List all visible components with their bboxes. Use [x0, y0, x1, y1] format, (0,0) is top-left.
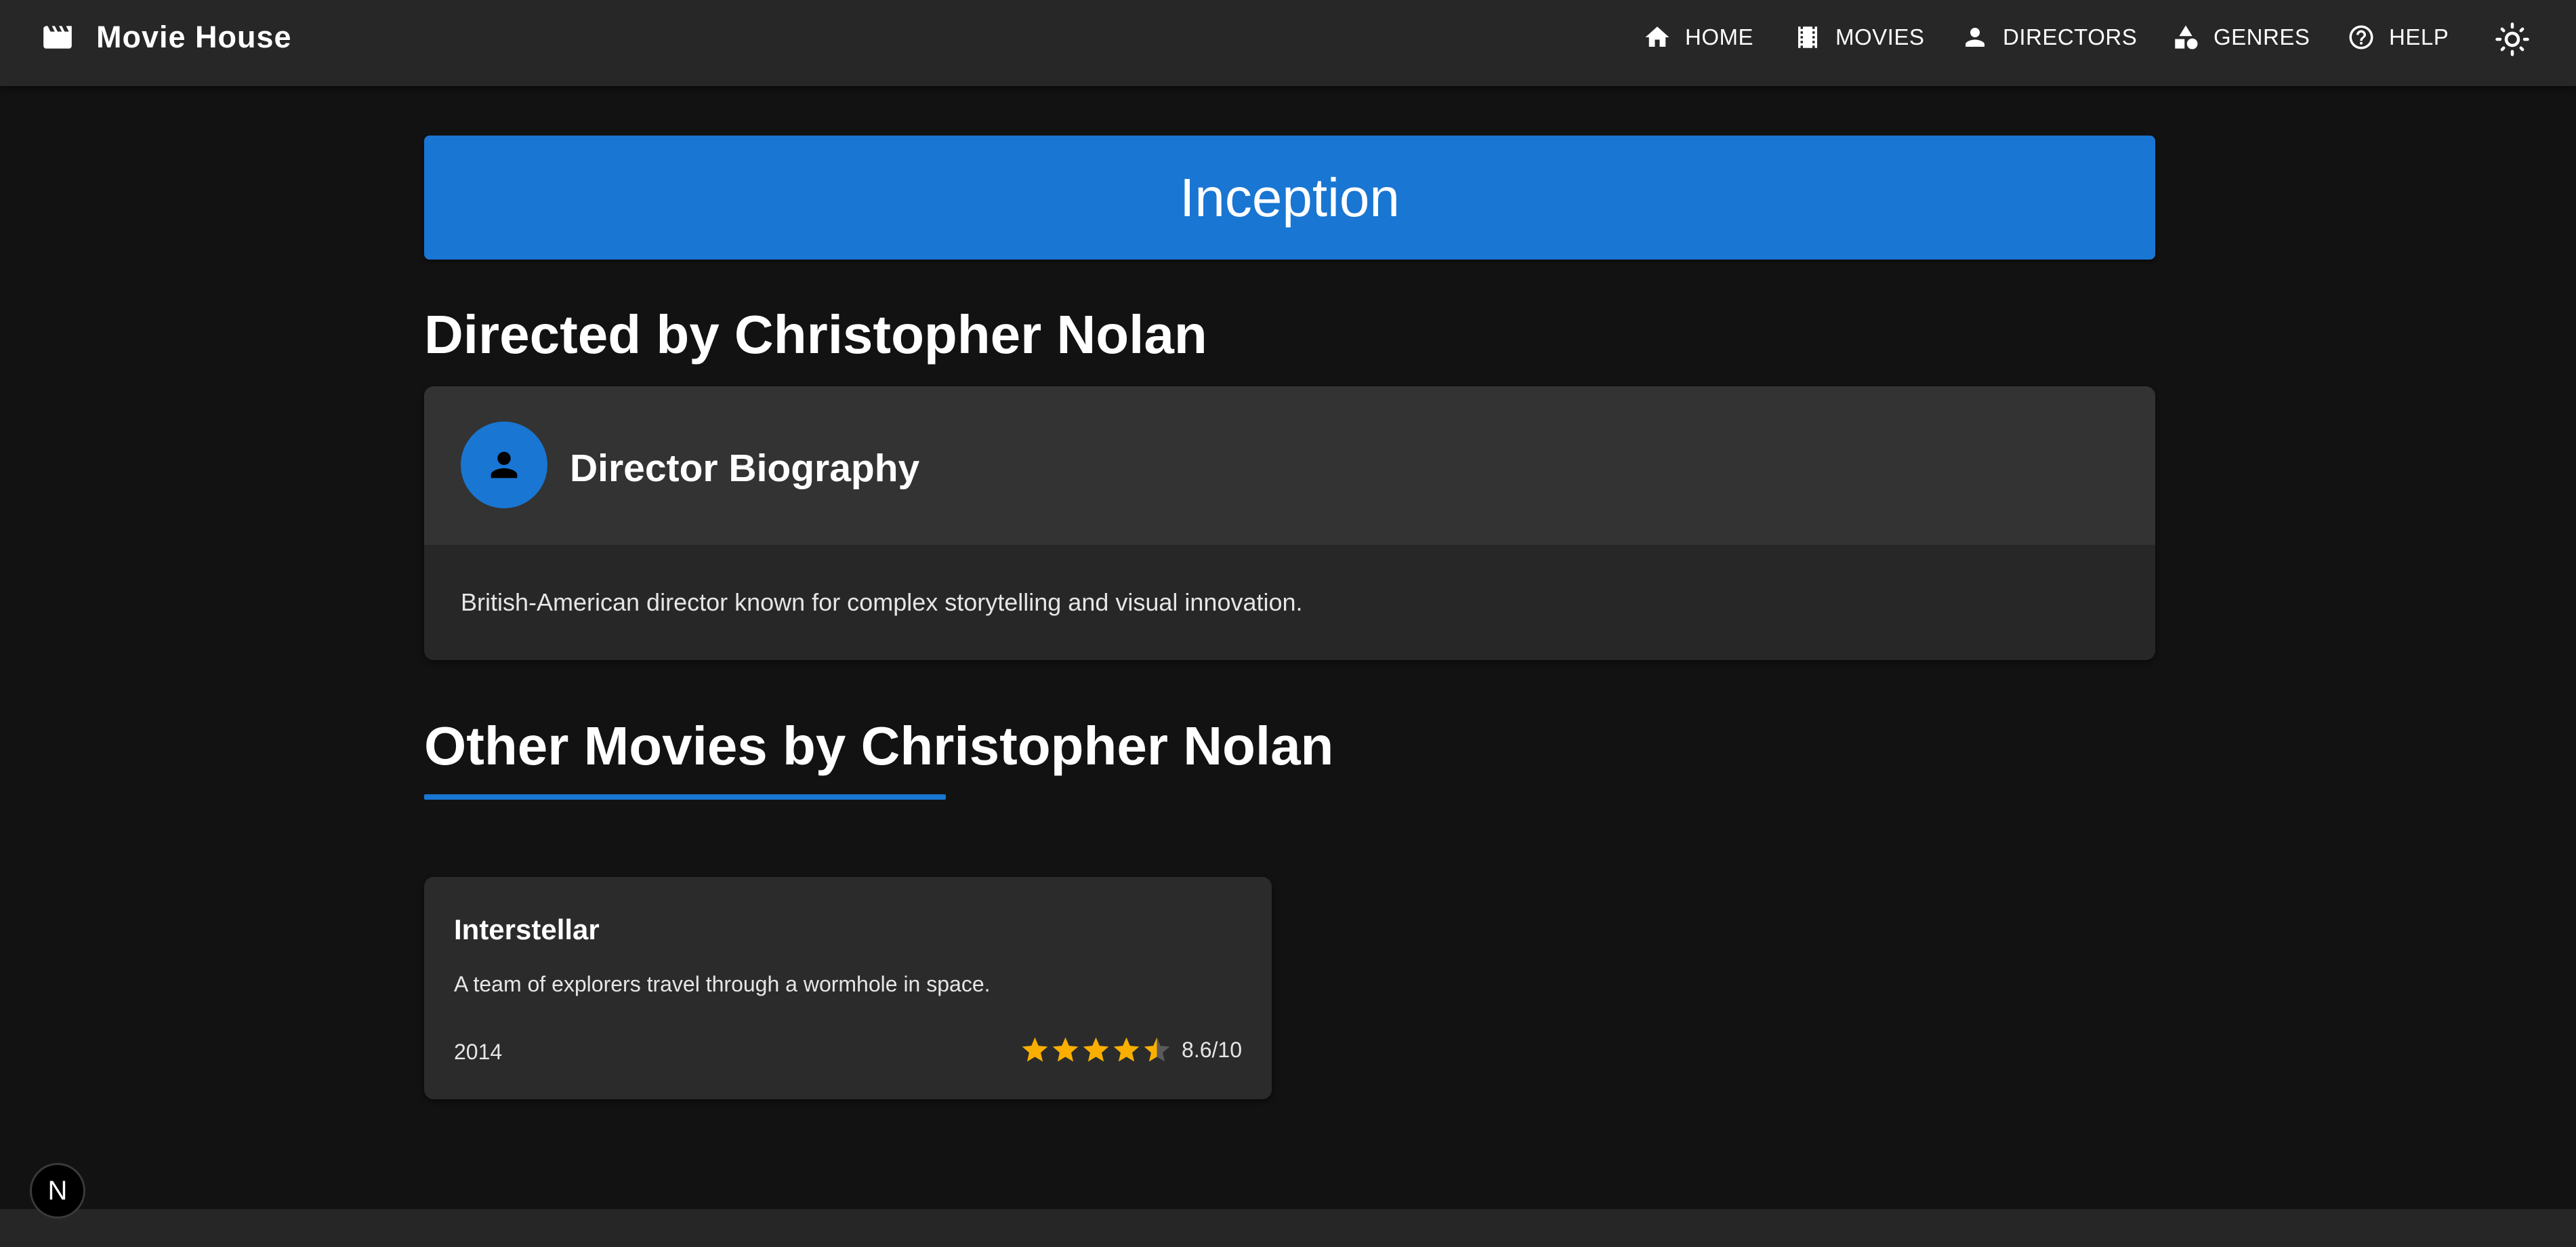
- home-icon: [1643, 23, 1671, 52]
- dev-tools-badge[interactable]: N: [30, 1163, 85, 1219]
- sun-icon: [2494, 21, 2531, 58]
- star-icon: [1113, 1037, 1140, 1061]
- star-icon: [1083, 1037, 1109, 1061]
- nav-help-label: HELP: [2389, 24, 2449, 49]
- nav-movies-label: MOVIES: [1835, 24, 1925, 49]
- star-rating: [1020, 1035, 1172, 1065]
- nav-movies[interactable]: MOVIES: [1793, 20, 1924, 54]
- bio-text: British-American director known for comp…: [461, 588, 1303, 616]
- star-icon: [1144, 1037, 1170, 1061]
- category-shapes-icon: [2172, 23, 2200, 52]
- movie-card-title: Interstellar: [454, 914, 600, 945]
- movie-clapperboard-icon: [39, 20, 76, 54]
- nav-home[interactable]: HOME: [1643, 20, 1753, 54]
- theme-toggle-button[interactable]: [2493, 20, 2531, 58]
- rating-text: 8.6/10: [1182, 1037, 1242, 1062]
- star-icon: [1022, 1037, 1048, 1061]
- movie-card[interactable]: Interstellar A team of explorers travel …: [424, 877, 1272, 1099]
- app-bar: Movie House HOME MOVIES DIRECTORS GENRES: [0, 0, 2576, 86]
- nav-directors[interactable]: DIRECTORS: [1961, 20, 2137, 54]
- director-bio-card: Director Biography British-American dire…: [424, 386, 2155, 660]
- bio-card-header: Director Biography: [424, 386, 2155, 545]
- dev-badge-label: N: [47, 1175, 68, 1206]
- bio-title: Director Biography: [570, 447, 920, 490]
- footer: [0, 1209, 2576, 1247]
- nav-genres-label: GENRES: [2214, 24, 2310, 49]
- app-title: Movie House: [96, 20, 292, 54]
- help-circle-icon: [2347, 23, 2375, 52]
- avatar: [461, 422, 547, 508]
- movie-card-year: 2014: [454, 1040, 503, 1064]
- nav-home-label: HOME: [1685, 24, 1753, 49]
- movie-card-rating: 8.6/10: [1020, 1033, 1242, 1067]
- person-icon: [1961, 23, 1989, 52]
- brand[interactable]: Movie House: [39, 20, 292, 54]
- other-movies-heading: Other Movies by Christopher Nolan: [424, 716, 1334, 776]
- film-strip-icon: [1793, 23, 1822, 52]
- movie-card-description: A team of explorers travel through a wor…: [454, 972, 991, 996]
- directed-by-heading: Directed by Christopher Nolan: [424, 304, 1207, 365]
- nav-directors-label: DIRECTORS: [2003, 24, 2138, 49]
- star-icon: [1052, 1037, 1079, 1061]
- nav-help[interactable]: HELP: [2347, 20, 2449, 54]
- movie-title-banner: Inception: [424, 136, 2155, 260]
- nav-genres[interactable]: GENRES: [2172, 20, 2310, 54]
- movie-title: Inception: [1180, 167, 1400, 228]
- person-icon: [484, 445, 524, 485]
- heading-underline: [424, 794, 946, 800]
